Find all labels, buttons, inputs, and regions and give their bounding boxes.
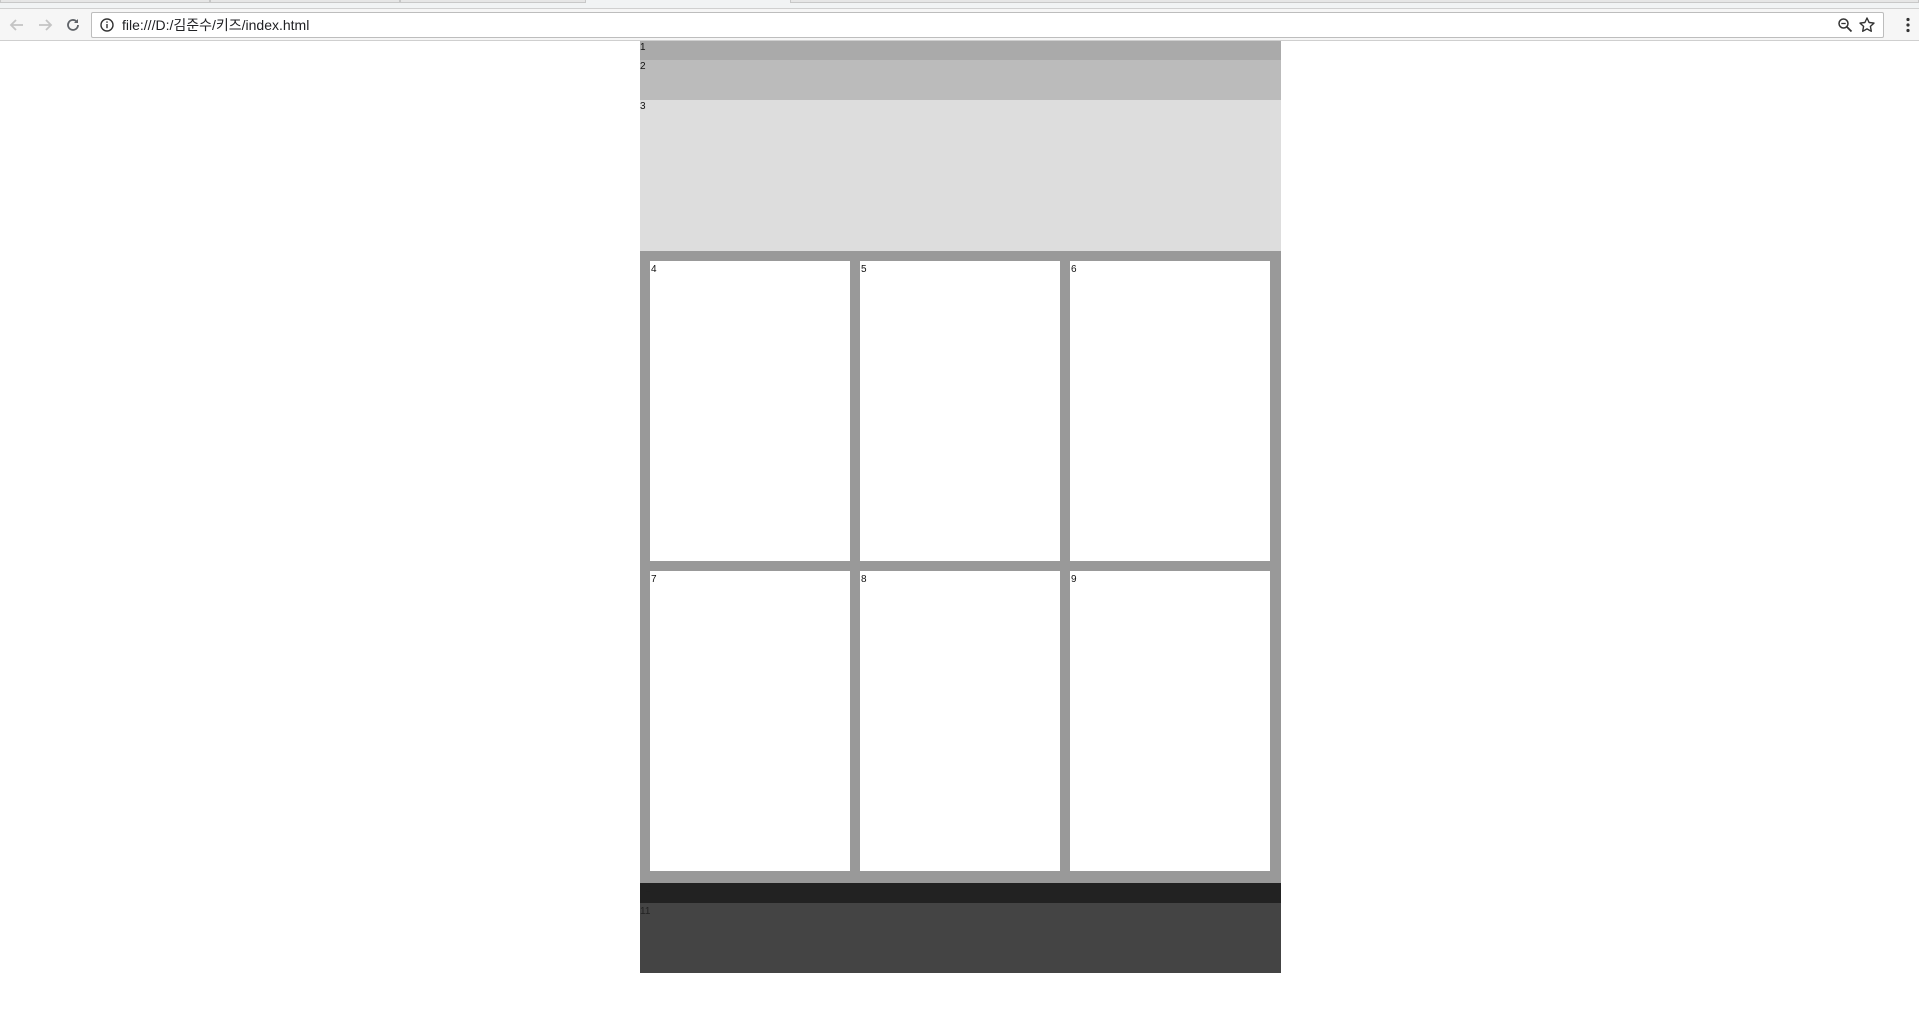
- tab-strip: [0, 0, 1919, 9]
- cell-label: 9: [1071, 574, 1077, 585]
- grid-cell: 5: [860, 261, 1060, 561]
- block-label: 1: [640, 42, 646, 53]
- kebab-menu-icon: [1906, 17, 1910, 33]
- url-text[interactable]: file:///D:/김준수/키즈/index.html: [122, 13, 309, 37]
- block-label: 11: [640, 906, 651, 917]
- card-grid: 4 5 6 7 8 9: [650, 261, 1271, 871]
- grid-cell: 7: [650, 571, 850, 871]
- browser-menu-button[interactable]: [1897, 13, 1919, 37]
- grid-cell: 8: [860, 571, 1060, 871]
- block-label: 10: [640, 884, 652, 895]
- cell-label: 8: [861, 574, 867, 585]
- reload-icon: [67, 19, 79, 31]
- block-label: 2: [640, 61, 646, 72]
- cell-label: 7: [651, 574, 657, 585]
- tab[interactable]: [0, 0, 210, 3]
- arrow-left-icon: [9, 19, 23, 31]
- arrow-right-icon: [39, 19, 53, 31]
- browser-toolbar: file:///D:/김준수/키즈/index.html: [0, 9, 1919, 41]
- block-10: 10: [640, 883, 1281, 903]
- block-11: 11: [640, 903, 1281, 973]
- tab[interactable]: [400, 0, 586, 3]
- forward-button[interactable]: [32, 13, 58, 37]
- page-content: 1 2 3 4 5 6 7 8 9 10 11: [640, 41, 1281, 973]
- star-icon[interactable]: [1858, 16, 1876, 34]
- zoom-icon[interactable]: [1837, 17, 1853, 33]
- block-3: 3: [640, 100, 1281, 251]
- grid-section: 4 5 6 7 8 9: [640, 251, 1281, 883]
- block-label: 3: [640, 101, 646, 112]
- cell-label: 6: [1071, 264, 1077, 275]
- info-icon[interactable]: [100, 18, 114, 32]
- grid-cell: 4: [650, 261, 850, 561]
- back-button[interactable]: [4, 13, 30, 37]
- cell-label: 5: [861, 264, 867, 275]
- grid-cell: 9: [1070, 571, 1270, 871]
- tab[interactable]: [790, 0, 1919, 3]
- block-2: 2: [640, 60, 1281, 100]
- tab[interactable]: [210, 0, 400, 3]
- block-1: 1: [640, 41, 1281, 60]
- cell-label: 4: [651, 264, 657, 275]
- address-bar[interactable]: file:///D:/김준수/키즈/index.html: [91, 12, 1884, 38]
- grid-cell: 6: [1070, 261, 1270, 561]
- reload-button[interactable]: [60, 13, 86, 37]
